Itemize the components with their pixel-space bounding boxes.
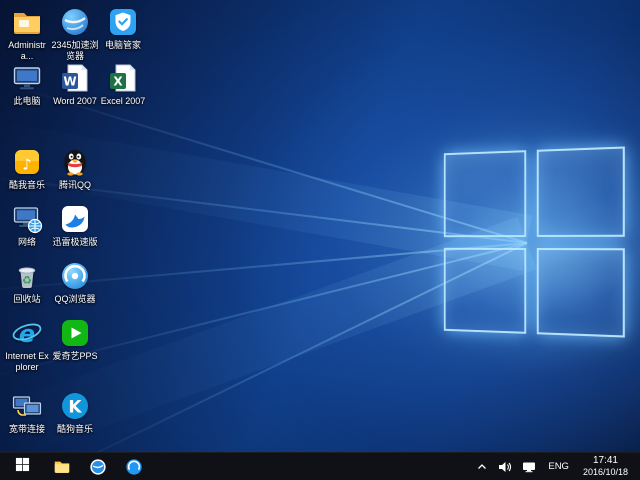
volume-icon[interactable]	[493, 453, 517, 480]
taskbar-app-file-explorer[interactable]	[44, 453, 80, 480]
desktop-icon-qq-browser[interactable]: QQ浏览器	[51, 260, 99, 305]
desktop-icon-label: 迅雷极速版	[52, 237, 97, 248]
desktop-icon-thunder-lite[interactable]: 迅雷极速版	[51, 203, 99, 248]
desktop-icon-label: 酷我音乐	[9, 180, 45, 191]
clock-date: 2016/10/18	[583, 467, 628, 478]
clock[interactable]: 17:41 2016/10/18	[576, 455, 635, 479]
desktop-icon-administrator-files[interactable]: Administra...	[3, 6, 51, 62]
green-play-icon	[59, 317, 91, 349]
desktop-icon-label: 回收站	[13, 294, 40, 305]
desktop-icon-label: 2345加速浏览器	[51, 40, 99, 62]
desktop-icon-label: 网络	[18, 237, 36, 248]
user-folder-icon	[11, 6, 43, 38]
svg-text:K: K	[68, 398, 82, 418]
desktop-icon-recycle-bin[interactable]: ♻ 回收站	[3, 260, 51, 305]
desktop-icon-label: Internet Explorer	[3, 351, 51, 373]
shield-icon	[107, 6, 139, 38]
network-computer-icon	[11, 203, 43, 235]
desktop-icon-label: 爱奇艺PPS	[52, 351, 97, 362]
globe-circle-icon	[89, 458, 107, 476]
desktop-icon-tencent-qq[interactable]: 腾讯QQ	[51, 146, 99, 191]
taskbar-app-browser-2345[interactable]	[80, 453, 116, 480]
language-indicator[interactable]: ENG	[541, 461, 576, 472]
desktop-icon-broadband[interactable]: 宽带连接	[3, 390, 51, 435]
desktop-icon-this-pc[interactable]: 此电脑	[3, 62, 51, 107]
desktop-icon-label: Administra...	[3, 40, 51, 62]
desktop-icon-kuwo-music[interactable]: ♪ 酷我音乐	[3, 146, 51, 191]
excel-document-icon: X	[107, 62, 139, 94]
svg-text:♪: ♪	[22, 156, 32, 174]
folder-icon	[53, 458, 71, 476]
ie-icon: e	[11, 317, 43, 349]
desktop-icon-label: Word 2007	[53, 96, 97, 107]
tray-chevron-up-icon[interactable]	[471, 453, 493, 480]
recycle-bin-icon: ♻	[11, 260, 43, 292]
desktop-icon-label: 宽带连接	[9, 424, 45, 435]
thunder-bird-icon	[59, 203, 91, 235]
desktop[interactable]: Administra... 2345加速浏览器 电脑管家 此电脑 W Word …	[0, 0, 640, 452]
desktop-icon-internet-explorer[interactable]: e Internet Explorer	[3, 317, 51, 373]
taskbar-app-qq-browser[interactable]	[116, 453, 152, 480]
start-button[interactable]	[0, 453, 44, 480]
desktop-icon-kugou-music[interactable]: K 酷狗音乐	[51, 390, 99, 435]
network-icon[interactable]	[517, 453, 541, 480]
desktop-icon-network[interactable]: 网络	[3, 203, 51, 248]
desktop-icon-excel-2007[interactable]: X Excel 2007	[99, 62, 147, 107]
computer-icon	[11, 62, 43, 94]
system-tray: ENG 17:41 2016/10/18	[471, 453, 640, 480]
word-document-icon: W	[59, 62, 91, 94]
desktop-icon-label: 腾讯QQ	[59, 180, 91, 191]
desktop-icon-label: Excel 2007	[101, 96, 146, 107]
music-box-icon: ♪	[11, 146, 43, 178]
desktop-icon-word-2007[interactable]: W Word 2007	[51, 62, 99, 107]
blue-circle-icon	[125, 458, 143, 476]
taskbar: ENG 17:41 2016/10/18	[0, 452, 640, 480]
desktop-icon-iqiyi-pps[interactable]: 爱奇艺PPS	[51, 317, 99, 362]
windows-start-icon	[15, 457, 30, 477]
desktop-icon-2345-browser[interactable]: 2345加速浏览器	[51, 6, 99, 62]
svg-text:♻: ♻	[22, 274, 32, 287]
svg-text:W: W	[63, 75, 76, 89]
kugou-circle-icon: K	[59, 390, 91, 422]
dual-monitor-icon	[11, 390, 43, 422]
desktop-icon-label: 电脑管家	[105, 40, 141, 51]
desktop-icon-label: 此电脑	[13, 96, 40, 107]
globe-browser-icon	[59, 6, 91, 38]
desktop-icon-label: QQ浏览器	[54, 294, 95, 305]
clock-time: 17:41	[583, 455, 628, 468]
swirl-browser-icon	[59, 260, 91, 292]
svg-text:X: X	[113, 75, 123, 89]
desktop-icon-label: 酷狗音乐	[57, 424, 93, 435]
desktop-icon-pc-manager[interactable]: 电脑管家	[99, 6, 147, 51]
qq-penguin-icon	[59, 146, 91, 178]
